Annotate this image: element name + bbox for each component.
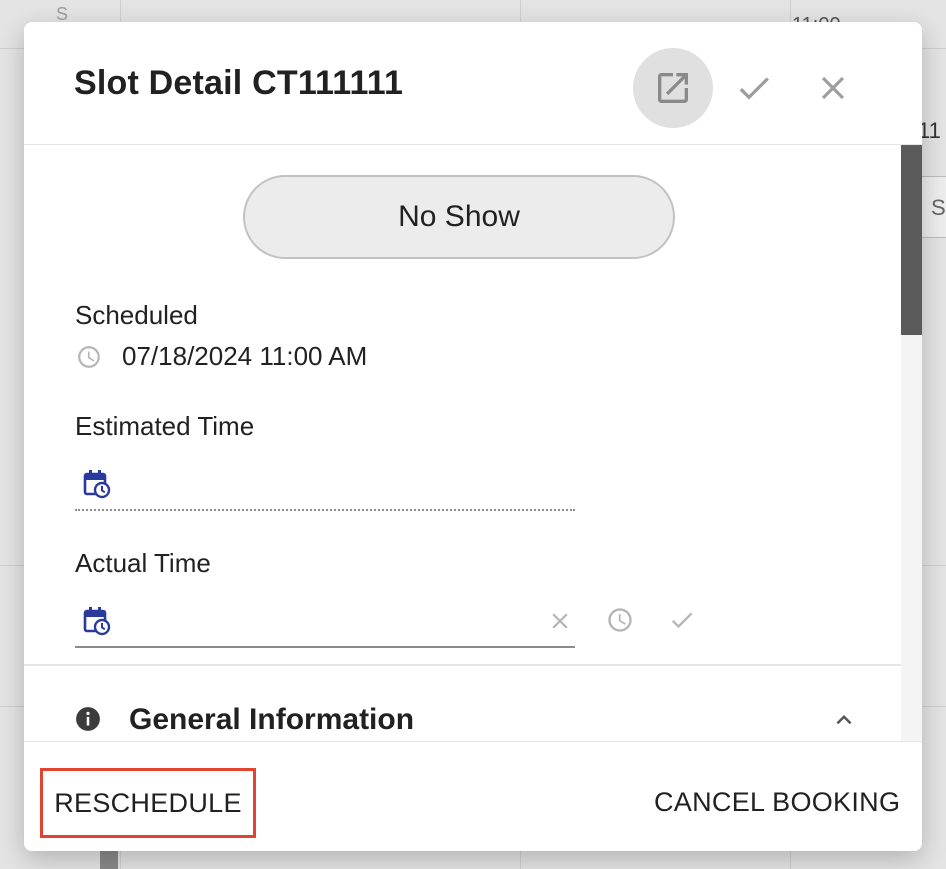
section-divider (24, 664, 901, 666)
close-icon (821, 76, 845, 100)
status-no-show-button[interactable]: No Show (243, 175, 675, 259)
confirm-actual-time-button[interactable] (666, 604, 698, 636)
reschedule-button[interactable]: RESCHEDULE (54, 788, 242, 819)
scheduled-value-row: 07/18/2024 11:00 AM (76, 341, 367, 372)
confirm-button[interactable] (724, 58, 784, 118)
reschedule-highlight[interactable]: RESCHEDULE (40, 768, 256, 838)
clock-icon (78, 345, 100, 368)
clear-actual-time-button[interactable] (545, 606, 575, 636)
calendar-clock-icon[interactable] (83, 469, 111, 504)
dialog-title: Slot Detail CT111111 (74, 64, 404, 102)
calendar-event-bar (100, 848, 118, 869)
info-icon (76, 707, 100, 731)
scheduled-datetime: 07/18/2024 11:00 AM (122, 341, 368, 371)
actual-time-label: Actual Time (75, 548, 211, 578)
general-information-header[interactable]: General Information (24, 685, 901, 741)
slot-detail-dialog: Slot Detail CT111111 No Show Scheduled 0… (24, 22, 922, 851)
chevron-up-icon (836, 715, 852, 725)
set-current-time-button[interactable] (604, 604, 636, 636)
check-icon (671, 612, 693, 629)
cancel-booking-button[interactable]: CANCEL BOOKING (654, 787, 900, 818)
close-button[interactable] (803, 58, 863, 118)
scheduled-label: Scheduled (75, 300, 198, 330)
section-title: General Information (129, 703, 415, 736)
calendar-event-chip[interactable]: S (918, 176, 946, 238)
dialog-header: Slot Detail CT111111 (24, 22, 922, 145)
open-in-new-icon (658, 73, 688, 103)
clock-icon (608, 608, 632, 632)
calendar-clock-icon[interactable] (83, 606, 111, 641)
scrollbar-thumb[interactable] (901, 145, 922, 335)
actual-time-field[interactable] (75, 602, 575, 648)
open-in-new-button[interactable] (633, 48, 713, 128)
clear-icon (552, 613, 568, 629)
check-icon (739, 77, 769, 100)
dialog-footer: RESCHEDULE CANCEL BOOKING (24, 741, 922, 851)
estimated-time-field[interactable] (75, 465, 575, 511)
estimated-time-label: Estimated Time (75, 411, 255, 441)
dialog-content[interactable]: No Show Scheduled 07/18/2024 11:00 AM Es… (24, 145, 901, 741)
